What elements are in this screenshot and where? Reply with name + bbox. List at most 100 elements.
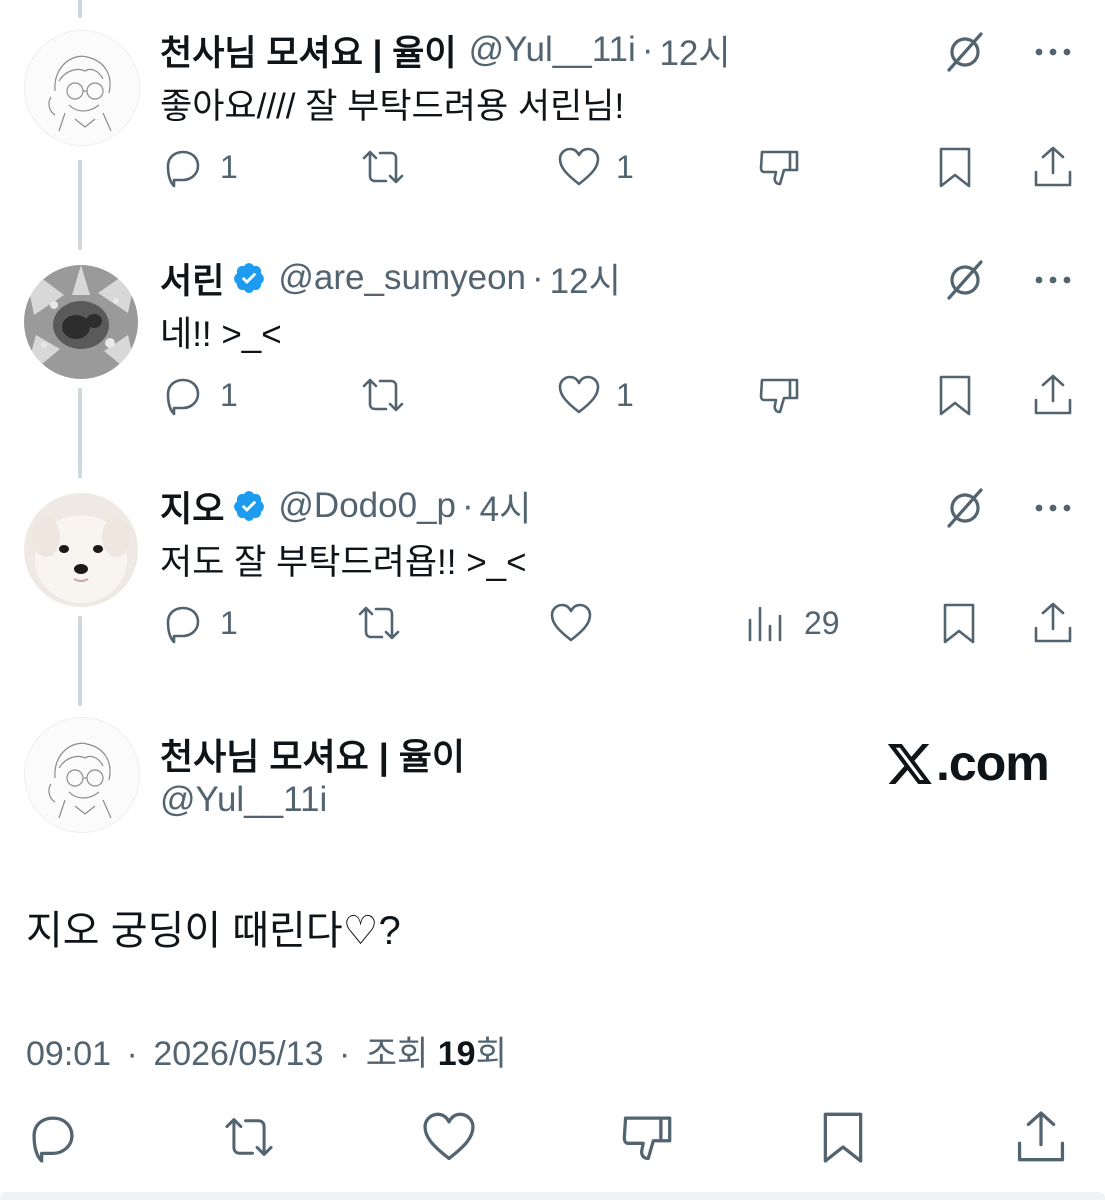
bookmark-icon (939, 375, 971, 416)
share-icon (1017, 1111, 1065, 1162)
dislike-button[interactable] (618, 1108, 676, 1166)
user-avatar[interactable] (24, 265, 138, 379)
grok-icon[interactable] (943, 258, 987, 302)
reply-tweet[interactable]: 서린 @are_sumyeon · 12시 네!! >_< 1 1 (0, 228, 1105, 456)
reply-count: 1 (220, 376, 238, 413)
reply-button[interactable]: 1 (160, 142, 238, 192)
heart-icon (423, 1112, 475, 1161)
separator-dot: · (338, 1035, 351, 1073)
reply-icon (166, 150, 200, 188)
bookmark-button[interactable] (932, 370, 978, 420)
separator-dot: · (532, 258, 544, 297)
retweet-button[interactable] (354, 598, 404, 648)
bookmark-button[interactable] (814, 1108, 872, 1166)
like-button[interactable] (548, 598, 594, 648)
tweet-text: 저도 잘 부탁드려욥!! >_< (160, 543, 527, 582)
grok-icon[interactable] (943, 30, 987, 74)
tweet-header: 서린 @are_sumyeon · 12시 (160, 256, 621, 301)
views-count[interactable]: 19 (438, 1035, 476, 1073)
grok-icon[interactable] (943, 486, 987, 530)
user-handle[interactable]: @Yul__11i (469, 30, 636, 70)
separator-dot: · (126, 1035, 138, 1073)
display-name[interactable]: 천사님 모셔요 | 율이 (160, 728, 465, 780)
display-name[interactable]: 지오 (160, 481, 224, 532)
analytics-icon (748, 606, 782, 642)
tweet-text: 네!! >_< (160, 315, 282, 354)
reply-button[interactable] (24, 1108, 82, 1166)
views-button[interactable]: 29 (744, 598, 840, 648)
bookmark-icon (823, 1112, 863, 1163)
user-avatar[interactable] (24, 493, 138, 607)
share-icon (1034, 146, 1072, 187)
user-avatar[interactable] (24, 30, 140, 146)
user-handle[interactable]: @Yul__11i (160, 780, 327, 820)
user-avatar[interactable] (24, 717, 140, 833)
verified-badge-icon (234, 491, 265, 521)
user-handle[interactable]: @Dodo0_p (278, 486, 456, 526)
timestamp[interactable]: 4시 (480, 481, 532, 532)
reply-tweet[interactable]: 천사님 모셔요 | 율이 @Yul__11i · 12시 좋아요//// 잘 부… (0, 0, 1105, 228)
tweet-text: 좋아요//// 잘 부탁드려용 서린님! (160, 87, 625, 126)
share-icon (1034, 602, 1072, 643)
sketch-avatar-icon (25, 31, 139, 145)
tweet-text: 지오 궁딩이 때린다♡? (26, 909, 401, 953)
sketch-avatar-icon (25, 718, 139, 832)
grayscale-texture-avatar-icon (24, 265, 138, 379)
dislike-button[interactable] (756, 370, 802, 420)
heart-icon (558, 147, 600, 186)
like-button[interactable] (420, 1108, 478, 1166)
thumbs-down-icon (622, 1116, 672, 1161)
tweet-meta: 09:01 · 2026/05/13 · 조회 19회 (26, 1026, 507, 1075)
like-count: 1 (616, 148, 634, 185)
reply-count: 1 (220, 604, 238, 641)
like-button[interactable]: 1 (556, 370, 634, 420)
heart-icon (558, 375, 600, 414)
like-button[interactable]: 1 (556, 142, 634, 192)
bookmark-icon (943, 603, 975, 644)
reply-count: 1 (220, 148, 238, 185)
verified-badge-icon (234, 263, 265, 293)
bookmark-button[interactable] (932, 142, 978, 192)
share-button[interactable] (1012, 1108, 1070, 1166)
thumbs-down-icon (759, 378, 799, 414)
tweet-date[interactable]: 2026/05/13 (153, 1035, 323, 1073)
heart-icon (550, 603, 592, 642)
share-button[interactable] (1030, 598, 1076, 648)
timestamp[interactable]: 12시 (550, 253, 621, 304)
more-options-icon[interactable] (1031, 260, 1075, 300)
reply-composer-edge (0, 1192, 1105, 1200)
retweet-button[interactable] (358, 370, 408, 420)
view-count: 29 (804, 604, 840, 641)
share-button[interactable] (1030, 370, 1076, 420)
x-com-logo: .com (886, 735, 1050, 791)
reply-button[interactable]: 1 (160, 598, 238, 648)
more-options-icon[interactable] (1031, 32, 1075, 72)
separator-dot: · (641, 30, 654, 69)
like-count: 1 (616, 376, 634, 413)
bookmark-icon (939, 147, 971, 188)
tweet-header: 지오 @Dodo0_p · 4시 (160, 484, 531, 529)
reply-button[interactable]: 1 (160, 370, 238, 420)
retweet-button[interactable] (358, 142, 408, 192)
dislike-button[interactable] (756, 142, 802, 192)
display-name[interactable]: 서린 (160, 253, 224, 304)
reply-tweet[interactable]: 지오 @Dodo0_p · 4시 저도 잘 부탁드려욥!! >_< 1 29 (0, 456, 1105, 684)
more-options-icon[interactable] (1031, 488, 1075, 528)
views-suffix: 회 (475, 1035, 507, 1073)
retweet-button[interactable] (220, 1108, 278, 1166)
share-button[interactable] (1030, 142, 1076, 192)
x-logo-icon (887, 744, 932, 784)
views-label: 조회 (365, 1035, 429, 1073)
timestamp[interactable]: 12시 (659, 25, 730, 76)
tweet-time[interactable]: 09:01 (26, 1035, 111, 1073)
share-icon (1034, 374, 1072, 415)
retweet-icon (358, 606, 400, 640)
puppy-avatar-icon (24, 493, 138, 607)
thumbs-down-icon (759, 150, 799, 186)
display-name[interactable]: 천사님 모셔요 | 율이 (160, 25, 457, 76)
user-handle[interactable]: @are_sumyeon (278, 258, 526, 298)
bookmark-button[interactable] (936, 598, 982, 648)
brand-text: .com (936, 735, 1050, 791)
retweet-icon (362, 150, 404, 184)
reply-icon (166, 606, 200, 644)
